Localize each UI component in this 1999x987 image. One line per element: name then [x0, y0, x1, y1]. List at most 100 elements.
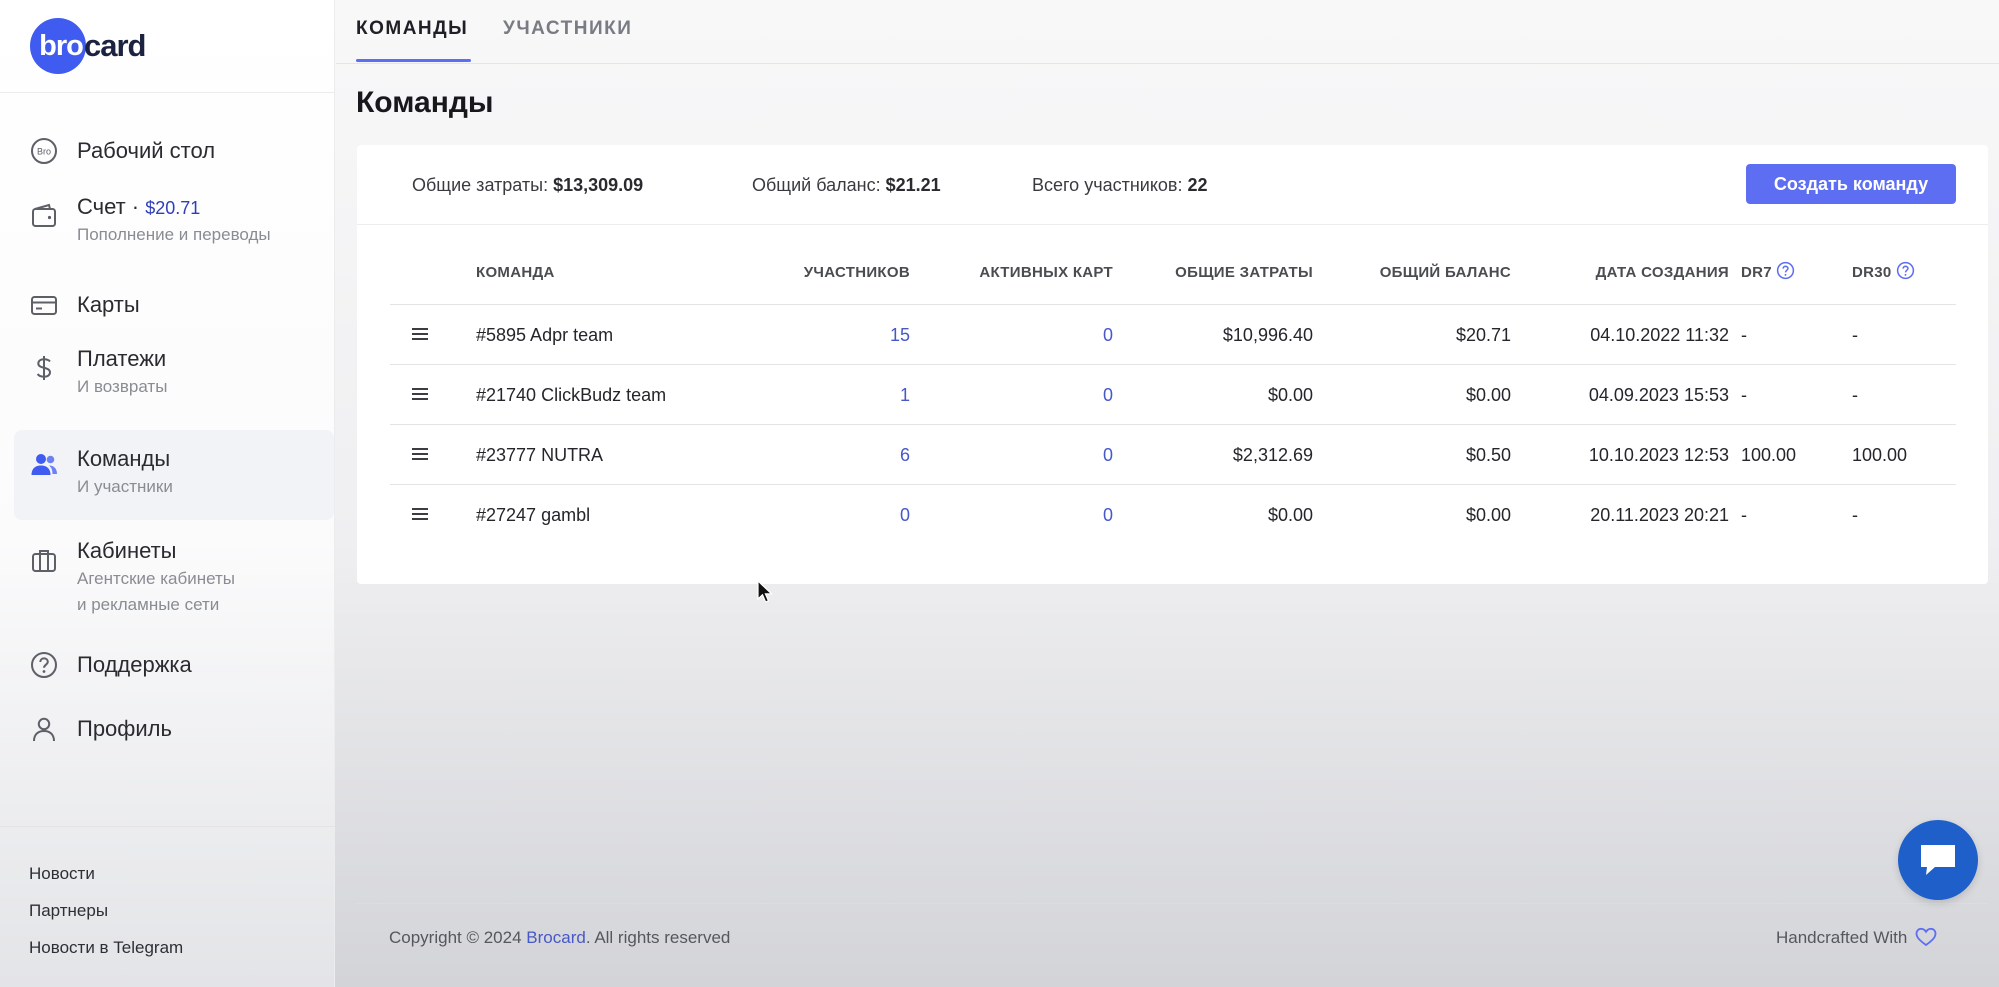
brocard-link[interactable]: Brocard	[526, 928, 586, 947]
table-row[interactable]: #27247 gambl 0 0 $0.00 $0.00 20.11.2023 …	[390, 485, 1956, 545]
sidebar-item-profile[interactable]: Профиль	[14, 700, 334, 758]
sidebar-item-teams[interactable]: Команды И участники	[14, 430, 334, 520]
active-cards-link[interactable]: 0	[910, 365, 1113, 425]
chat-icon	[1921, 845, 1955, 875]
dollar-icon	[30, 354, 58, 382]
sidebar-divider	[0, 92, 335, 93]
active-cards-link[interactable]: 0	[910, 305, 1113, 365]
team-name[interactable]: #5895 Adpr team	[476, 305, 613, 365]
tab-bar: КОМАНДЫ УЧАСТНИКИ	[336, 0, 1999, 64]
total-spend-stat: Общие затраты: $13,309.09	[412, 175, 643, 196]
table-row[interactable]: #23777 NUTRA 6 0 $2,312.69 $0.50 10.10.2…	[390, 425, 1956, 485]
dr30-label: DR30	[1852, 264, 1892, 281]
column-header-members[interactable]: УЧАСТНИКОВ	[730, 245, 910, 297]
sidebar-item-account[interactable]: Счет · $20.71 Пополнение и переводы	[14, 188, 334, 258]
drag-handle-icon[interactable]	[412, 387, 430, 401]
users-icon	[30, 450, 58, 478]
total-balance-cell: $0.50	[1465, 445, 1511, 465]
members-count-link[interactable]: 0	[730, 485, 910, 545]
sidebar-item-label: Карты	[77, 292, 140, 317]
column-header-dr30[interactable]: DR30	[1852, 245, 1915, 297]
created-date-cell: 10.10.2023 12:53	[1588, 445, 1729, 465]
briefcase-icon	[30, 546, 58, 574]
total-balance-cell: $0.00	[1465, 385, 1511, 405]
column-header-total-spend[interactable]: ОБЩИЕ ЗАТРАТЫ	[1113, 245, 1313, 297]
drag-handle-icon[interactable]	[412, 507, 430, 521]
total-members-stat: Всего участников: 22	[1032, 175, 1208, 196]
created-date-cell: 20.11.2023 20:21	[1590, 505, 1729, 525]
dr7-cell: -	[1741, 505, 1747, 525]
sidebar-item-label: Кабинеты	[77, 538, 177, 563]
members-count-link[interactable]: 15	[730, 305, 910, 365]
sidebar-item-label: Поддержка	[77, 652, 192, 677]
sidebar-item-dashboard[interactable]: Bro Рабочий стол	[14, 122, 334, 180]
total-spend-cell: $10,996.40	[1222, 325, 1313, 345]
team-name[interactable]: #21740 ClickBudz team	[476, 365, 666, 425]
dr7-cell: -	[1741, 325, 1747, 345]
copyright: Copyright © 2024 Brocard. All rights res…	[389, 928, 730, 948]
partners-link[interactable]: Партнеры	[29, 901, 108, 921]
sidebar-item-sub: И участники	[77, 477, 173, 496]
tab-teams[interactable]: КОМАНДЫ	[356, 18, 468, 40]
sidebar-item-cabinets[interactable]: Кабинеты Агентские кабинеты и рекламные …	[14, 532, 334, 626]
dr30-cell: -	[1852, 385, 1858, 405]
help-icon[interactable]	[1896, 248, 1915, 280]
sidebar-item-sub: Пополнение и переводы	[77, 225, 271, 244]
brocard-logo[interactable]: bro card	[30, 18, 146, 74]
page-title: Команды	[356, 86, 494, 119]
sidebar-item-label: Платежи	[77, 346, 167, 371]
column-header-active-cards[interactable]: АКТИВНЫХ КАРТ	[910, 245, 1113, 297]
total-spend-cell: $0.00	[1267, 505, 1313, 525]
bro-circle-icon: Bro	[30, 137, 58, 165]
account-label: Счет ·	[77, 194, 146, 219]
column-header-team[interactable]: КОМАНДА	[476, 245, 555, 297]
sidebar-item-label: Счет · $20.71	[77, 194, 200, 220]
column-header-total-balance[interactable]: ОБЩИЙ БАЛАНС	[1313, 245, 1511, 297]
total-balance-label: Общий баланс:	[752, 175, 886, 195]
user-icon	[30, 715, 58, 743]
active-tab-indicator	[356, 59, 471, 62]
news-link[interactable]: Новости	[29, 864, 95, 884]
create-team-button[interactable]: Создать команду	[1746, 164, 1956, 204]
table-row[interactable]: #21740 ClickBudz team 1 0 $0.00 $0.00 04…	[390, 365, 1956, 425]
drag-handle-icon[interactable]	[412, 327, 430, 341]
mouse-cursor-icon	[757, 580, 773, 603]
active-cards-link[interactable]: 0	[910, 485, 1113, 545]
active-cards-link[interactable]: 0	[910, 425, 1113, 485]
total-balance-cell: $0.00	[1465, 505, 1511, 525]
members-count-link[interactable]: 1	[730, 365, 910, 425]
column-header-dr7[interactable]: DR7	[1741, 245, 1795, 297]
sidebar-item-label: Команды	[77, 446, 171, 471]
logo-circle: bro	[30, 18, 86, 74]
members-count-link[interactable]: 6	[730, 425, 910, 485]
total-members-value: 22	[1187, 175, 1208, 195]
copyright-suffix: . All rights reserved	[585, 928, 731, 947]
logo-card-text: card	[84, 28, 146, 63]
sidebar-item-support[interactable]: Поддержка	[14, 636, 334, 694]
tab-members[interactable]: УЧАСТНИКИ	[503, 18, 632, 40]
total-members-label: Всего участников:	[1032, 175, 1188, 195]
total-balance-stat: Общий баланс: $21.21	[752, 175, 941, 196]
team-name[interactable]: #23777 NUTRA	[476, 425, 603, 485]
account-balance: $20.71	[145, 198, 201, 218]
column-header-created[interactable]: ДАТА СОЗДАНИЯ	[1511, 245, 1729, 297]
drag-handle-icon[interactable]	[412, 447, 430, 461]
sidebar-item-label: Профиль	[77, 716, 172, 741]
logo-bro-text: bro	[39, 29, 84, 62]
dr30-cell: 100.00	[1852, 445, 1908, 465]
card-icon	[30, 291, 58, 319]
dr7-cell: -	[1741, 385, 1747, 405]
team-name[interactable]: #27247 gambl	[476, 485, 590, 545]
dr30-cell: -	[1852, 325, 1858, 345]
sidebar-item-cards[interactable]: Карты	[14, 276, 334, 334]
chat-widget-button[interactable]	[1898, 820, 1978, 900]
table-row[interactable]: #5895 Adpr team 15 0 $10,996.40 $20.71 0…	[390, 305, 1956, 365]
dr7-label: DR7	[1741, 264, 1772, 281]
sidebar-item-payments[interactable]: Платежи И возвраты	[14, 340, 334, 410]
help-icon[interactable]	[1776, 248, 1795, 280]
handcrafted-text: Handcrafted With	[1776, 928, 1908, 947]
telegram-news-link[interactable]: Новости в Telegram	[29, 938, 183, 958]
total-spend-label: Общие затраты:	[412, 175, 554, 195]
created-date-cell: 04.10.2022 11:32	[1590, 325, 1729, 345]
sidebar-item-sub-1: Агентские кабинеты	[77, 569, 235, 588]
